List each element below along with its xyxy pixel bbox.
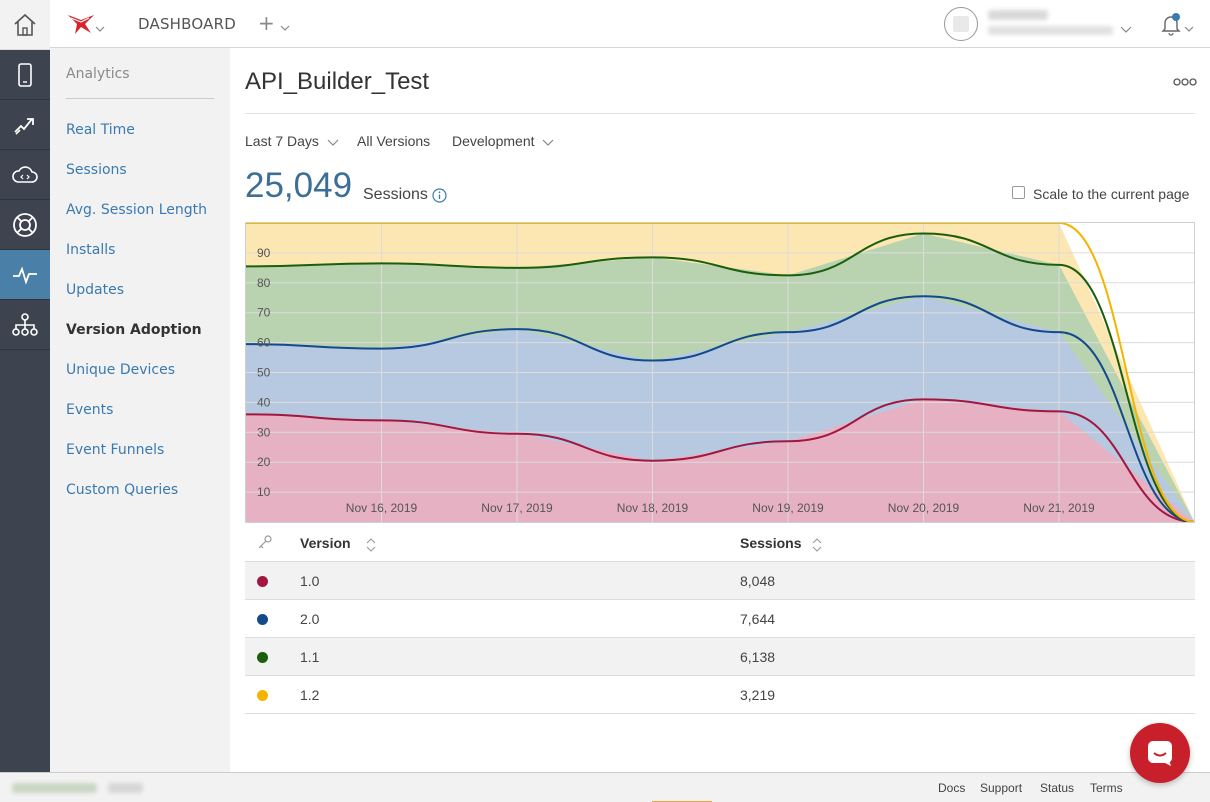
table-row[interactable]: 1.2 3,219	[245, 676, 1195, 714]
table-header: Version Sessions	[245, 524, 1195, 562]
x-tick-label: Nov 19, 2019	[752, 501, 824, 515]
total-sessions-value: 25,049	[245, 166, 353, 205]
versions-filter[interactable]: All Versions	[357, 133, 430, 149]
y-tick-label: 60	[257, 336, 271, 350]
y-tick-label: 30	[257, 425, 271, 439]
sidebar-item-unique-devices[interactable]: Unique Devices	[66, 362, 175, 378]
user-name-blurred[interactable]	[988, 10, 1048, 20]
title-divider	[245, 113, 1195, 114]
footer: Docs Support Status Terms	[0, 772, 1210, 802]
y-tick-label: 50	[257, 366, 271, 380]
scale-checkbox[interactable]	[1012, 185, 1025, 199]
sidebar-item-events[interactable]: Events	[66, 402, 113, 418]
support-icon[interactable]	[0, 200, 50, 250]
add-chevron-down-icon[interactable]	[280, 17, 290, 36]
api-builder-icon[interactable]	[0, 100, 50, 150]
table-row[interactable]: 2.0 7,644	[245, 600, 1195, 638]
environment-dropdown[interactable]: Development	[452, 133, 554, 149]
logo-chevron-down-icon[interactable]	[95, 18, 105, 37]
footer-version-blurred	[108, 783, 143, 793]
sidebar-item-updates[interactable]: Updates	[66, 282, 124, 298]
sessions-column-header[interactable]: Sessions	[740, 535, 801, 551]
analytics-sidebar: Analytics Real Time Sessions Avg. Sessio…	[50, 48, 230, 772]
stacked-area-chart: 10 20 30 40 50 60 70 80 90 Nov 16, 2019 Nov 17, 20…	[246, 223, 1194, 522]
sidebar-item-version-adoption[interactable]: Version Adoption	[66, 322, 202, 338]
key-icon	[257, 534, 273, 554]
sidebar-item-installs[interactable]: Installs	[66, 242, 115, 258]
user-org-blurred[interactable]	[988, 26, 1113, 35]
series-color-dot	[257, 576, 268, 587]
scale-label: Scale to the current page	[1033, 186, 1190, 202]
chat-button[interactable]	[1130, 723, 1190, 783]
versions-table: Version Sessions 1.0 8,048 2.0 7,644 1.1…	[245, 524, 1195, 714]
org-chart-icon[interactable]	[0, 300, 50, 350]
version-cell: 2.0	[300, 611, 320, 627]
date-range-dropdown[interactable]: Last 7 Days	[245, 133, 339, 149]
bell-chevron-down-icon[interactable]	[1184, 18, 1194, 37]
page-title: API_Builder_Test	[245, 68, 430, 95]
x-tick-label: Nov 16, 2019	[346, 501, 418, 515]
versions-value: All Versions	[357, 133, 431, 149]
sidebar-item-real-time[interactable]: Real Time	[66, 122, 135, 138]
series-color-dot	[257, 690, 268, 701]
y-tick-label: 70	[257, 306, 271, 320]
table-row[interactable]: 1.1 6,138	[245, 638, 1195, 676]
user-chevron-down-icon[interactable]	[1120, 18, 1132, 37]
add-button[interactable]: +	[258, 11, 275, 35]
axway-logo-icon[interactable]	[67, 12, 95, 40]
cloud-code-icon[interactable]	[0, 150, 50, 200]
sessions-sort-icon[interactable]	[812, 537, 822, 556]
sessions-cell: 3,219	[740, 687, 776, 703]
date-range-value: Last 7 Days	[245, 133, 319, 149]
series-color-dot	[257, 614, 268, 625]
version-cell: 1.1	[300, 649, 320, 665]
version-cell: 1.2	[300, 687, 320, 703]
footer-copyright-blurred	[12, 783, 97, 793]
sidebar-item-sessions[interactable]: Sessions	[66, 162, 127, 178]
x-tick-label: Nov 17, 2019	[481, 501, 553, 515]
avatar[interactable]	[944, 7, 978, 41]
sessions-cell: 6,138	[740, 649, 776, 665]
home-icon[interactable]	[0, 0, 50, 50]
y-tick-label: 80	[257, 276, 271, 290]
sessions-cell: 7,644	[740, 611, 776, 627]
y-tick-label: 90	[257, 246, 271, 260]
footer-link-support[interactable]: Support	[980, 781, 1022, 795]
version-column-header[interactable]: Version	[300, 535, 351, 551]
version-adoption-chart: 10 20 30 40 50 60 70 80 90 Nov 16, 2019 Nov 17, 20…	[245, 222, 1195, 523]
footer-link-terms[interactable]: Terms	[1090, 781, 1123, 795]
environment-chevron-down-icon	[542, 139, 554, 146]
sidebar-divider	[66, 98, 214, 99]
sessions-cell: 8,048	[740, 573, 776, 589]
sidebar-title: Analytics	[66, 66, 130, 82]
chat-icon	[1148, 741, 1172, 766]
date-range-chevron-down-icon	[327, 139, 339, 146]
y-tick-label: 10	[257, 485, 271, 499]
more-options-icon[interactable]	[1173, 72, 1197, 91]
scale-to-page-toggle[interactable]: Scale to the current page	[1012, 185, 1190, 202]
analytics-icon[interactable]	[0, 250, 50, 300]
x-tick-label: Nov 20, 2019	[888, 501, 960, 515]
environment-value: Development	[452, 133, 535, 149]
total-sessions-label: Sessions	[363, 186, 428, 203]
version-sort-icon[interactable]	[366, 537, 376, 556]
version-cell: 1.0	[300, 573, 320, 589]
sidebar-item-custom-queries[interactable]: Custom Queries	[66, 482, 178, 498]
y-tick-label: 20	[257, 455, 271, 469]
sidebar-item-avg-session-length[interactable]: Avg. Session Length	[66, 202, 207, 218]
footer-link-status[interactable]: Status	[1040, 781, 1074, 795]
series-color-dot	[257, 652, 268, 663]
mobile-icon[interactable]	[0, 50, 50, 100]
top-bar: DASHBOARD +	[50, 0, 1210, 48]
y-tick-label: 40	[257, 395, 271, 409]
info-icon[interactable]	[432, 188, 447, 207]
footer-link-docs[interactable]: Docs	[938, 781, 965, 795]
x-tick-label: Nov 18, 2019	[617, 501, 689, 515]
bell-icon[interactable]	[1160, 12, 1182, 40]
x-tick-label: Nov 21, 2019	[1023, 501, 1095, 515]
table-row[interactable]: 1.0 8,048	[245, 562, 1195, 600]
sidebar-item-event-funnels[interactable]: Event Funnels	[66, 442, 164, 458]
dashboard-label[interactable]: DASHBOARD	[138, 15, 236, 33]
icon-rail	[0, 0, 50, 772]
